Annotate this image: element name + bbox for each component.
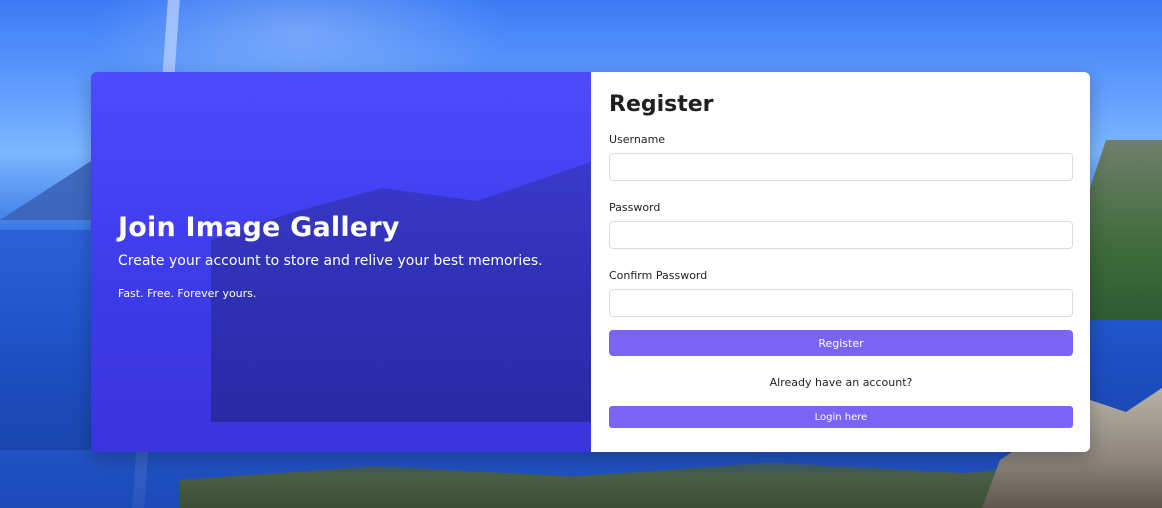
register-card: Join Image Gallery Create your account t… (91, 72, 1090, 452)
confirm-password-label: Confirm Password (609, 269, 708, 282)
register-form: Register Username Password Confirm Passw… (591, 72, 1090, 452)
username-label: Username (609, 133, 666, 146)
register-button[interactable]: Register (609, 330, 1073, 356)
hero-text: Join Image Gallery Create your account t… (118, 212, 543, 300)
password-label: Password (609, 201, 661, 214)
already-have-account-text: Already have an account? (769, 376, 913, 389)
hero-subtitle: Create your account to store and relive … (118, 253, 543, 269)
hero-title: Join Image Gallery (118, 212, 400, 243)
username-input[interactable] (609, 153, 1073, 181)
login-button[interactable]: Login here (609, 406, 1073, 428)
hero-panel: Join Image Gallery Create your account t… (91, 72, 591, 452)
hill-scenery (1082, 140, 1162, 320)
hero-tagline: Fast. Free. Forever yours. (118, 287, 257, 300)
password-input[interactable] (609, 221, 1073, 249)
confirm-password-input[interactable] (609, 289, 1073, 317)
form-title: Register (609, 92, 714, 117)
